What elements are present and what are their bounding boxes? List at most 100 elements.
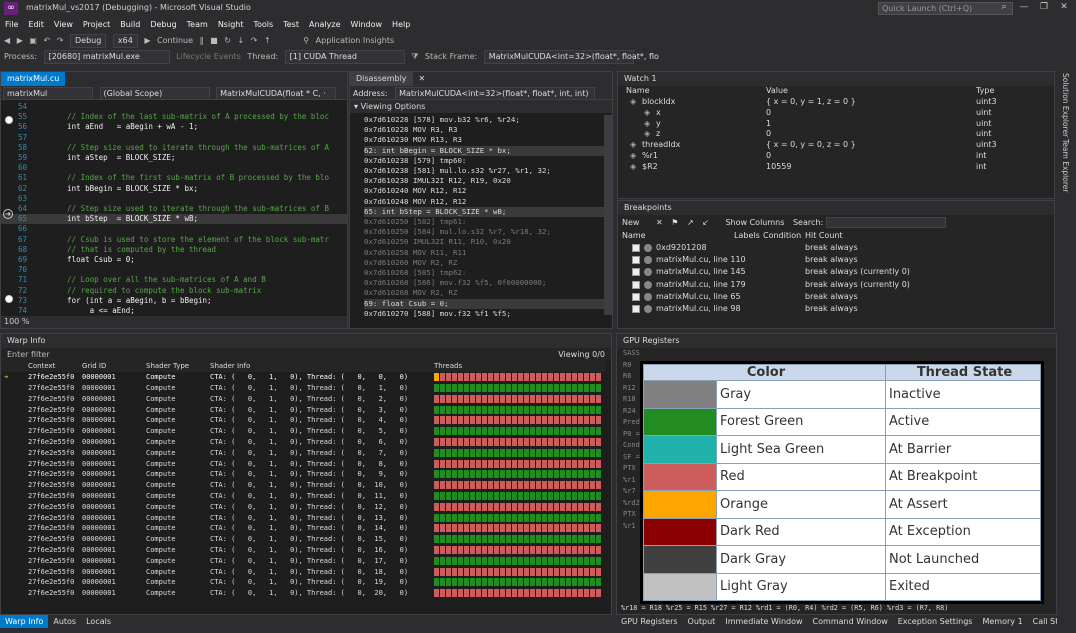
breakpoint-row[interactable]: matrixMul.cu, line 179 break always (curr… <box>618 280 1054 292</box>
menu-test[interactable]: Test <box>278 17 304 32</box>
warp-row[interactable]: 27f6e2e55f0 00000001 Compute CTA: ( 0, 1, 0… <box>1 447 606 458</box>
breakpoint-search-input[interactable] <box>825 217 946 228</box>
warp-row[interactable]: 27f6e2e55f0 00000001 Compute CTA: ( 0, 1, 0… <box>1 534 606 545</box>
member-dropdown[interactable]: MatrixMulCUDA(float * C, · <box>216 87 337 99</box>
bottom-tab-exception-settings[interactable]: Exception Settings <box>893 615 978 628</box>
continue-icon[interactable]: ▶ <box>144 33 150 49</box>
watch-row[interactable]: ◈ $R2 10559 int <box>618 162 1054 173</box>
watch-row[interactable]: ◈ x 0 uint <box>618 108 1054 119</box>
bottom-tab-output[interactable]: Output <box>683 615 721 628</box>
menu-view[interactable]: View <box>49 17 78 32</box>
stop-icon[interactable]: ■ <box>210 33 218 49</box>
warp-row[interactable]: 27f6e2e55f0 00000001 Compute CTA: ( 0, 1, 0… <box>1 469 606 480</box>
menu-debug[interactable]: Debug <box>145 17 181 32</box>
delete-icon[interactable]: ✕ <box>656 218 663 227</box>
step-out-icon[interactable]: ↑ <box>264 33 271 49</box>
menu-build[interactable]: Build <box>115 17 145 32</box>
warp-row[interactable]: 27f6e2e55f0 00000001 Compute CTA: ( 0, 1, 0… <box>1 415 606 426</box>
bottom-tab-immediate-window[interactable]: Immediate Window <box>720 615 807 628</box>
bottom-tab-gpu-registers[interactable]: GPU Registers <box>616 615 683 628</box>
warp-filter-input[interactable]: Enter filter <box>1 350 50 359</box>
undo-icon[interactable]: ↶ <box>44 33 51 49</box>
search-icon[interactable]: ⌕ <box>994 2 1014 12</box>
menu-edit[interactable]: Edit <box>23 17 49 32</box>
breakpoint-row[interactable]: matrixMul.cu, line 98 break always <box>618 304 1054 316</box>
breakpoint-checkbox[interactable] <box>632 304 640 313</box>
warp-row[interactable]: ➔ 27f6e2e55f0 00000001 Compute CTA: ( 0, 1, … <box>1 372 606 383</box>
bottom-tab-call-stack[interactable]: Call Stack <box>1028 615 1057 628</box>
solution-explorer-tab[interactable]: Solution Explorer <box>1061 73 1070 137</box>
warp-row[interactable]: 27f6e2e55f0 00000001 Compute CTA: ( 0, 1, 0… <box>1 458 606 469</box>
project-dropdown[interactable]: matrixMul <box>3 87 93 99</box>
app-insights-button[interactable]: Application Insights <box>316 33 395 49</box>
warp-row[interactable]: 27f6e2e55f0 00000001 Compute CTA: ( 0, 1, 0… <box>1 523 606 534</box>
breakpoint-row[interactable]: matrixMul.cu, line 65 break always <box>618 292 1054 304</box>
breakpoint-checkbox[interactable] <box>632 280 640 289</box>
watch-row[interactable]: ◈ y 1 uint <box>618 119 1054 130</box>
bottom-tab-command-window[interactable]: Command Window <box>808 615 893 628</box>
close-tab-icon[interactable]: ✕ <box>413 72 432 86</box>
restart-icon[interactable]: ↻ <box>224 33 231 49</box>
disassembly-scrollbar[interactable] <box>604 115 612 315</box>
warp-row[interactable]: 27f6e2e55f0 00000001 Compute CTA: ( 0, 1, 0… <box>1 426 606 437</box>
warp-row[interactable]: 27f6e2e55f0 00000001 Compute CTA: ( 0, 1, 0… <box>1 480 606 491</box>
breakpoint-marker-icon[interactable] <box>5 116 13 124</box>
watch-row[interactable]: ◈ z 0 uint <box>618 129 1054 140</box>
menu-help[interactable]: Help <box>387 17 415 32</box>
bottom-tab-locals[interactable]: Locals <box>81 615 116 628</box>
watch-row[interactable]: ◈ blockIdx { x = 0, y = 1, z = 0 } uint3 <box>618 97 1054 108</box>
new-breakpoint-button[interactable]: New <box>622 218 639 227</box>
breakpoint-row[interactable]: matrixMul.cu, line 110 break always <box>618 255 1054 267</box>
menu-team[interactable]: Team <box>182 17 213 32</box>
breakpoint-marker-icon[interactable] <box>5 295 13 303</box>
step-into-icon[interactable]: ↓ <box>237 33 244 49</box>
redo-icon[interactable]: ↷ <box>57 33 64 49</box>
warp-row[interactable]: 27f6e2e55f0 00000001 Compute CTA: ( 0, 1, 0… <box>1 393 606 404</box>
warp-row[interactable]: 27f6e2e55f0 00000001 Compute CTA: ( 0, 1, 0… <box>1 555 606 566</box>
enable-all-icon[interactable]: ⚑ <box>671 218 678 227</box>
minimize-button[interactable]: — <box>1014 2 1034 12</box>
platform-dropdown[interactable]: x64 <box>112 34 138 48</box>
disassembly-listing[interactable]: 0x7d610228 [578] mov.b32 %r6, %r24; 0x7d6… <box>364 115 604 319</box>
watch-row[interactable]: ◈ %r1 0 int <box>618 151 1054 162</box>
filter-icon[interactable]: ⧩ <box>411 49 418 65</box>
menu-analyze[interactable]: Analyze <box>304 17 346 32</box>
bottom-tab-memory-1[interactable]: Memory 1 <box>977 615 1027 628</box>
menu-tools[interactable]: Tools <box>248 17 278 32</box>
menu-nsight[interactable]: Nsight <box>213 17 249 32</box>
menu-file[interactable]: File <box>0 17 23 32</box>
zoom-level[interactable]: 100 % <box>1 316 347 328</box>
warp-row[interactable]: 27f6e2e55f0 00000001 Compute CTA: ( 0, 1, 0… <box>1 491 606 502</box>
bottom-tab-autos[interactable]: Autos <box>48 615 81 628</box>
bottom-tab-warp-info[interactable]: Warp Info <box>0 615 49 628</box>
breakpoint-checkbox[interactable] <box>632 292 640 301</box>
menu-project[interactable]: Project <box>78 17 115 32</box>
back-icon[interactable]: ◀ <box>4 33 10 49</box>
save-icon[interactable]: ▣ <box>29 33 37 49</box>
restore-button[interactable]: ❐ <box>1034 2 1054 12</box>
tab-matrixmul-cu[interactable]: matrixMul.cu <box>1 72 66 86</box>
breakpoint-row[interactable]: 0xd9201208 break always <box>618 243 1054 255</box>
close-button[interactable]: ✕ <box>1054 2 1074 12</box>
breakpoint-checkbox[interactable] <box>632 256 640 265</box>
export-icon[interactable]: ↗ <box>687 218 694 227</box>
step-over-icon[interactable]: ↷ <box>251 33 258 49</box>
breakpoint-checkbox[interactable] <box>632 244 640 252</box>
breakpoint-row[interactable]: matrixMul.cu, line 145 break always (curr… <box>618 267 1054 279</box>
warp-row[interactable]: 27f6e2e55f0 00000001 Compute CTA: ( 0, 1, 0… <box>1 404 606 415</box>
warp-row[interactable]: 27f6e2e55f0 00000001 Compute CTA: ( 0, 1, 0… <box>1 512 606 523</box>
menu-window[interactable]: Window <box>346 17 388 32</box>
team-explorer-tab[interactable]: Team Explorer <box>1061 139 1070 192</box>
breakpoint-checkbox[interactable] <box>632 268 640 277</box>
quick-launch-input[interactable]: Quick Launch (Ctrl+Q) <box>878 2 1013 15</box>
scope-dropdown[interactable]: (Global Scope) <box>99 87 210 99</box>
stack-frame-dropdown[interactable]: MatrixMulCUDA<int=32>(float*, float*, fl… <box>483 50 659 64</box>
show-columns-button[interactable]: Show Columns <box>725 218 784 227</box>
tab-disassembly[interactable]: Disassembly <box>350 72 413 86</box>
warp-row[interactable]: 27f6e2e55f0 00000001 Compute CTA: ( 0, 1, 0… <box>1 501 606 512</box>
lifecycle-events-button[interactable]: Lifecycle Events <box>176 49 241 65</box>
warp-row[interactable]: 27f6e2e55f0 00000001 Compute CTA: ( 0, 1, 0… <box>1 577 606 588</box>
thread-dropdown[interactable]: [1] CUDA Thread <box>284 50 405 64</box>
viewing-options-toggle[interactable]: ▾ Viewing Options <box>350 100 612 113</box>
process-dropdown[interactable]: [20680] matrixMul.exe <box>43 50 170 64</box>
